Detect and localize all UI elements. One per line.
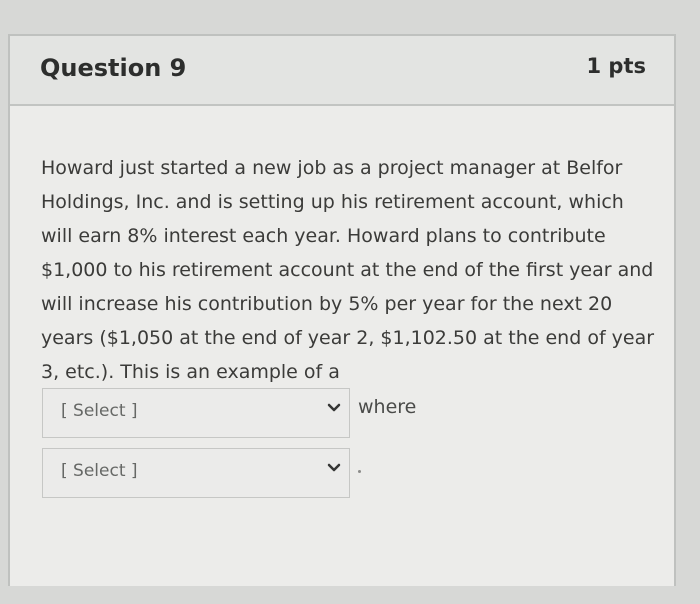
chevron-down-icon — [327, 403, 341, 412]
question-card: Question 9 1 pts Howard just started a n… — [8, 34, 676, 586]
answer-select-2-value: [ Select ] — [61, 461, 138, 481]
answer-select-1[interactable]: [ Select ] — [42, 388, 350, 438]
question-body: Howard just started a new job as a proje… — [10, 106, 674, 586]
sentence-end-period — [358, 470, 361, 473]
question-text: Howard just started a new job as a proje… — [41, 157, 655, 383]
question-title: Question 9 — [40, 54, 187, 82]
answer-select-2[interactable]: [ Select ] — [42, 448, 350, 498]
answer-select-1-value: [ Select ] — [61, 401, 138, 421]
question-header: Question 9 1 pts — [10, 36, 674, 106]
where-text: where — [358, 396, 417, 418]
chevron-down-icon — [327, 463, 341, 472]
question-points: 1 pts — [586, 54, 647, 78]
